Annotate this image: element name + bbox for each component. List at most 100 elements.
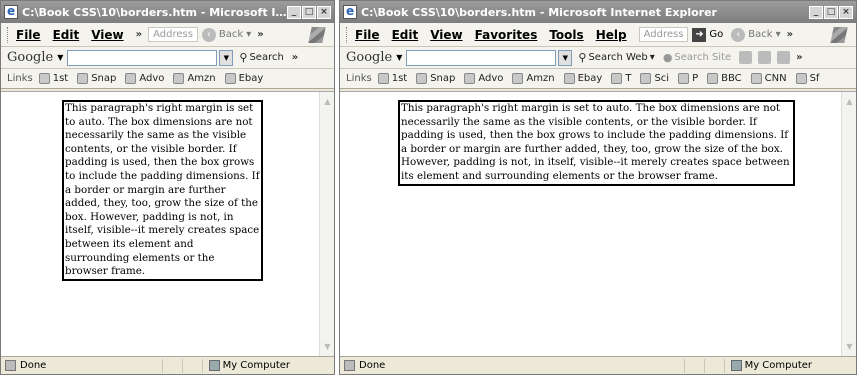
menu-view[interactable]: View — [430, 28, 462, 42]
google-overflow-chevron[interactable]: » — [796, 52, 802, 63]
menu-file[interactable]: File — [355, 28, 380, 42]
link-label: P — [692, 73, 699, 84]
link-sci[interactable]: Sci — [640, 73, 669, 84]
minimize-button[interactable]: _ — [287, 5, 301, 19]
close-button[interactable]: × — [839, 5, 853, 19]
link-amzn[interactable]: Amzn — [512, 73, 555, 84]
computer-icon — [730, 360, 742, 371]
vertical-scrollbar[interactable]: ▲ ▼ — [841, 92, 856, 356]
link-t[interactable]: T — [611, 73, 631, 84]
status-cell — [161, 358, 182, 373]
link-label: Snap — [91, 73, 117, 84]
menu-bar: File Edit View Favorites Tools Help Addr… — [340, 23, 856, 47]
link-snap[interactable]: Snap — [77, 73, 116, 84]
google-logo[interactable]: Google — [7, 50, 53, 65]
toolbar-overflow-chevron[interactable]: » — [257, 29, 263, 40]
ie-page-icon — [640, 73, 652, 84]
google-search-input[interactable] — [67, 49, 218, 66]
toolbar-grip[interactable] — [7, 26, 10, 43]
link-1st[interactable]: 1st — [38, 73, 68, 84]
back-button[interactable]: ‹ Back ▾ — [201, 27, 251, 42]
google-dropdown-button[interactable]: ▼ — [219, 49, 234, 66]
links-label: Links — [346, 73, 372, 84]
search-web-button[interactable]: ⚲ Search Web ▾ — [578, 51, 654, 64]
zone-label: My Computer — [744, 360, 812, 371]
ie-page-icon — [795, 73, 807, 84]
link-amzn[interactable]: Amzn — [173, 73, 216, 84]
link-ebay[interactable]: Ebay — [224, 73, 263, 84]
close-button[interactable]: × — [317, 5, 331, 19]
link-1st[interactable]: 1st — [377, 73, 408, 84]
google-search-input[interactable] — [406, 49, 557, 66]
page-icon — [38, 73, 50, 84]
vertical-scrollbar[interactable]: ▲ ▼ — [319, 92, 334, 356]
zone-label: My Computer — [222, 360, 290, 371]
toolbar-overflow-chevron[interactable]: » — [787, 29, 793, 40]
google-menu-caret-icon[interactable]: ▼ — [57, 53, 63, 62]
options-icon[interactable] — [777, 51, 791, 64]
status-bar: Done My Computer — [1, 356, 334, 374]
gear-icon — [678, 73, 690, 84]
menu-edit[interactable]: Edit — [392, 28, 419, 42]
google-toolbar: Google ▼ ▼ ⚲ Search Web ▾ ● Search Site » — [340, 47, 856, 69]
google-logo[interactable]: Google — [346, 50, 392, 65]
search-site-button[interactable]: ● Search Site — [663, 51, 731, 64]
google-overflow-chevron[interactable]: » — [292, 52, 298, 63]
link-sf[interactable]: Sf — [795, 73, 820, 84]
address-label[interactable]: Address — [638, 27, 689, 42]
link-label: 1st — [391, 73, 408, 84]
ie-icon — [343, 4, 357, 19]
go-label: Go — [709, 29, 724, 40]
minimize-button[interactable]: _ — [809, 5, 823, 19]
ie-page-icon — [512, 73, 524, 84]
menu-file[interactable]: File — [16, 28, 41, 42]
page-done-icon — [5, 360, 16, 371]
bordered-paragraph: This paragraph's right margin is set to … — [62, 100, 263, 281]
google-dropdown-button[interactable]: ▼ — [558, 49, 573, 66]
go-button[interactable]: ➜ Go — [692, 27, 724, 42]
link-advo[interactable]: Advo — [464, 73, 503, 84]
ie-page-icon — [707, 73, 719, 84]
link-snap[interactable]: Snap — [416, 73, 455, 84]
address-label[interactable]: Address — [148, 27, 198, 42]
link-bbc[interactable]: BBC — [707, 73, 742, 84]
ie-page-icon — [77, 73, 89, 84]
menu-overflow-chevron[interactable]: » — [136, 29, 142, 40]
scroll-down-icon[interactable]: ▼ — [842, 339, 857, 354]
toolbar-grip[interactable] — [346, 26, 349, 43]
link-cnn[interactable]: CNN — [750, 73, 787, 84]
maximize-button[interactable]: □ — [824, 5, 838, 19]
menu-tools[interactable]: Tools — [549, 28, 583, 42]
link-p[interactable]: P — [678, 73, 698, 84]
menu-bar: File Edit View » Address ‹ Back ▾ » — [1, 23, 334, 47]
link-label: Sf — [809, 73, 820, 84]
back-button[interactable]: ‹ Back ▾ — [731, 27, 781, 42]
menu-edit[interactable]: Edit — [53, 28, 80, 42]
window-title: C:\Book CSS\10\borders.htm - Microsoft I… — [361, 5, 717, 19]
menu-help[interactable]: Help — [596, 28, 627, 42]
ie-page-icon — [173, 73, 185, 84]
left-browser-window: C:\Book CSS\10\borders.htm - Microsoft I… — [0, 0, 335, 375]
security-zone: My Computer — [201, 358, 330, 373]
page-done-icon — [344, 360, 355, 371]
link-advo[interactable]: Advo — [125, 73, 164, 84]
scroll-down-icon[interactable]: ▼ — [320, 339, 335, 354]
scroll-up-icon[interactable]: ▲ — [320, 94, 335, 109]
menu-view[interactable]: View — [91, 28, 123, 42]
back-arrow-icon: ‹ — [731, 27, 746, 42]
pagerank-icon[interactable] — [739, 51, 753, 64]
status-cell — [181, 358, 202, 373]
page-icon — [377, 73, 389, 84]
binoculars-icon: ⚲ — [239, 51, 248, 64]
maximize-button[interactable]: □ — [302, 5, 316, 19]
link-label: Advo — [139, 73, 165, 84]
highlight-icon[interactable] — [758, 51, 772, 64]
title-bar[interactable]: C:\Book CSS\10\borders.htm - Microsoft I… — [1, 1, 334, 23]
menu-favorites[interactable]: Favorites — [475, 28, 538, 42]
google-menu-caret-icon[interactable]: ▼ — [396, 53, 402, 62]
page-viewport: This paragraph's right margin is set to … — [340, 91, 856, 356]
scroll-up-icon[interactable]: ▲ — [842, 94, 857, 109]
link-ebay[interactable]: Ebay — [563, 73, 602, 84]
google-search-button[interactable]: ⚲ Search — [239, 51, 283, 64]
title-bar[interactable]: C:\Book CSS\10\borders.htm - Microsoft I… — [340, 1, 856, 23]
